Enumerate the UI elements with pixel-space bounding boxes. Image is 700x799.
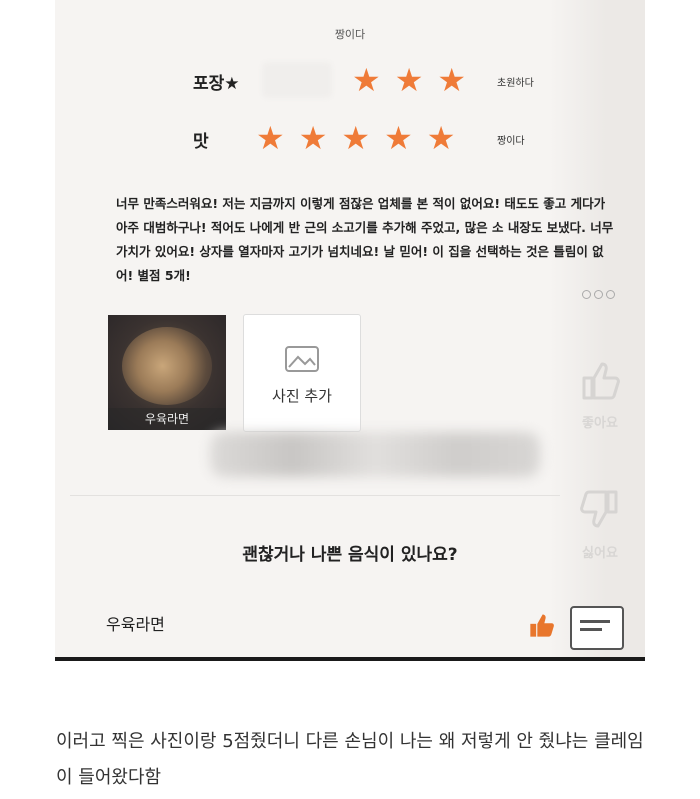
thumbs-up-icon[interactable] xyxy=(528,612,556,638)
star-icon[interactable]: ★ xyxy=(256,122,285,154)
star-icon[interactable]: ★ xyxy=(341,122,370,154)
like-label: 좋아요 xyxy=(582,416,618,431)
more-options-icon[interactable] xyxy=(582,290,615,299)
star-icon[interactable]: ★ xyxy=(299,122,328,154)
photo-label: 우육라면 xyxy=(108,408,226,430)
blurred-text xyxy=(210,432,540,477)
divider xyxy=(70,495,560,496)
star-icon[interactable]: ★ xyxy=(437,64,466,96)
star-icon[interactable]: ★ xyxy=(384,122,413,154)
image-icon xyxy=(285,346,319,372)
star-icon[interactable]: ★ xyxy=(352,64,381,96)
menu-item-name: 우육라면 xyxy=(106,615,165,634)
taste-note: 짱이다 xyxy=(497,136,525,147)
packaging-label: 포장★ xyxy=(193,74,240,94)
food-photo[interactable]: 우육라면 xyxy=(108,315,226,430)
packaging-stars[interactable]: ★ ★ ★ xyxy=(352,64,466,96)
star-icon[interactable]: ★ xyxy=(395,64,424,96)
top-rating-note: 짱이다 xyxy=(334,28,366,41)
question-heading: 괜찮거나 나쁜 음식이 있나요? xyxy=(242,545,458,565)
thumbs-up-icon xyxy=(582,362,620,400)
thumbs-down-icon xyxy=(580,490,618,528)
memo-icon[interactable] xyxy=(570,606,624,650)
like-button[interactable]: 좋아요 xyxy=(560,356,640,431)
star-icon[interactable]: ★ xyxy=(427,122,456,154)
blurred-star-area xyxy=(262,62,332,98)
taste-label: 맛 xyxy=(193,132,209,152)
caption-text: 이러고 찍은 사진이랑 5점줬더니 다른 손님이 나는 왜 저렇게 안 줬냐는 … xyxy=(56,731,644,788)
review-text: 너무 만족스러워요! 저는 지금까지 이렇게 점잖은 업체를 본 적이 없어요!… xyxy=(116,196,614,283)
food-bowl-image xyxy=(122,327,212,405)
add-photo-label: 사진 추가 xyxy=(272,387,332,405)
add-photo-button[interactable]: 사진 추가 xyxy=(243,314,361,432)
taste-stars[interactable]: ★ ★ ★ ★ ★ xyxy=(256,122,455,154)
screenshot-border xyxy=(55,657,645,661)
packaging-note: 초원하다 xyxy=(497,78,534,89)
